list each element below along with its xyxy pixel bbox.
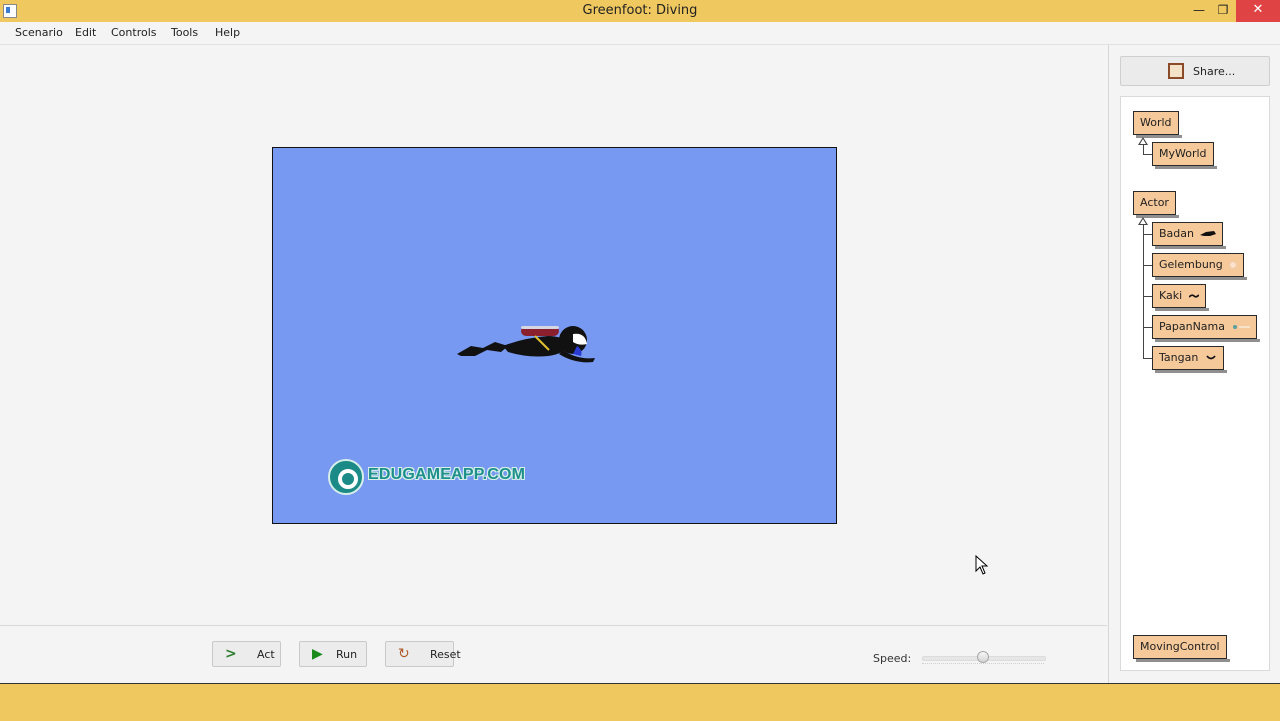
- diver-legs: [457, 342, 508, 356]
- window-title: Greenfoot: Diving: [582, 3, 698, 18]
- class-kaki-label: Kaki: [1159, 289, 1183, 302]
- class-gelembung-label: Gelembung: [1159, 258, 1223, 271]
- menu-edit[interactable]: Edit: [75, 26, 96, 39]
- class-tangan-label: Tangan: [1159, 351, 1199, 364]
- run-button[interactable]: ▶ Run: [299, 641, 367, 667]
- reset-button[interactable]: ↻ Reset: [385, 641, 461, 667]
- act-label: Act: [257, 648, 275, 661]
- tree-line: [1143, 234, 1152, 235]
- mouse-pointer-icon: [975, 555, 989, 575]
- watermark-text: EDUGAMEAPP.COM: [368, 466, 526, 483]
- class-tangan[interactable]: Tangan: [1152, 346, 1227, 373]
- diver-actor[interactable]: [453, 316, 603, 370]
- act-button[interactable]: > Act: [212, 641, 281, 667]
- restore-icon[interactable]: ❐: [1212, 0, 1234, 22]
- tree-line: [1143, 154, 1152, 155]
- close-icon[interactable]: ✕: [1236, 0, 1280, 22]
- class-kaki[interactable]: Kaki: [1152, 284, 1209, 311]
- class-actor[interactable]: Actor: [1133, 191, 1179, 218]
- inherit-arrow-world: [1138, 137, 1148, 145]
- menu-controls[interactable]: Controls: [111, 26, 157, 39]
- speed-slider[interactable]: [922, 651, 1046, 667]
- edugame-logo-icon: [328, 459, 364, 495]
- class-badan-label: Badan: [1159, 227, 1194, 240]
- speed-label: Speed:: [873, 652, 912, 665]
- act-icon: >: [225, 646, 237, 662]
- nameboard-thumbnail-icon: [1232, 325, 1250, 329]
- world-canvas[interactable]: EDUGAMEAPP.COM: [272, 147, 837, 524]
- share-label: Share...: [1193, 65, 1236, 78]
- tree-line: [1143, 327, 1152, 328]
- panel-divider[interactable]: [1108, 45, 1109, 683]
- menu-tools[interactable]: Tools: [171, 26, 198, 39]
- menu-bar: Scenario Edit Controls Tools Help: [0, 22, 1280, 45]
- tree-line: [1143, 296, 1152, 297]
- diver-thumbnail-icon: [1200, 231, 1217, 236]
- menu-scenario[interactable]: Scenario: [15, 26, 63, 39]
- tree-line: [1143, 225, 1144, 358]
- play-icon: ▶: [312, 646, 323, 662]
- diver-body: [503, 336, 568, 357]
- title-bar: Greenfoot: Diving — ❐ ✕: [0, 0, 1280, 22]
- class-world[interactable]: World: [1133, 111, 1182, 138]
- bubble-thumbnail-icon: [1229, 261, 1237, 269]
- class-movingcontrol[interactable]: MovingControl: [1133, 635, 1230, 662]
- menu-help[interactable]: Help: [215, 26, 240, 39]
- controls-divider: [0, 625, 1107, 626]
- tree-line: [1143, 265, 1152, 266]
- speed-slider-ticks: [922, 663, 1044, 667]
- inherit-arrow-actor: [1138, 217, 1148, 225]
- class-myworld[interactable]: MyWorld: [1152, 142, 1217, 169]
- share-button[interactable]: Share...: [1120, 56, 1270, 86]
- reset-label: Reset: [430, 648, 461, 661]
- class-papannama[interactable]: PapanNama: [1152, 315, 1259, 342]
- class-diagram: World MyWorld Actor Badan Gelembung Kaki…: [1120, 96, 1270, 671]
- tree-line: [1143, 358, 1152, 359]
- easel-icon: [1168, 63, 1184, 79]
- bottom-bar: [0, 683, 1280, 721]
- minimize-icon[interactable]: —: [1186, 0, 1212, 22]
- legs-thumbnail-icon: [1188, 294, 1199, 298]
- hand-thumbnail-icon: [1206, 355, 1216, 360]
- class-papannama-label: PapanNama: [1159, 320, 1225, 333]
- speed-slider-thumb[interactable]: [977, 651, 989, 663]
- watermark: EDUGAMEAPP.COM: [328, 456, 548, 496]
- class-gelembung[interactable]: Gelembung: [1152, 253, 1248, 280]
- class-badan[interactable]: Badan: [1152, 222, 1227, 249]
- reset-icon: ↻: [398, 646, 410, 662]
- run-label: Run: [336, 648, 358, 661]
